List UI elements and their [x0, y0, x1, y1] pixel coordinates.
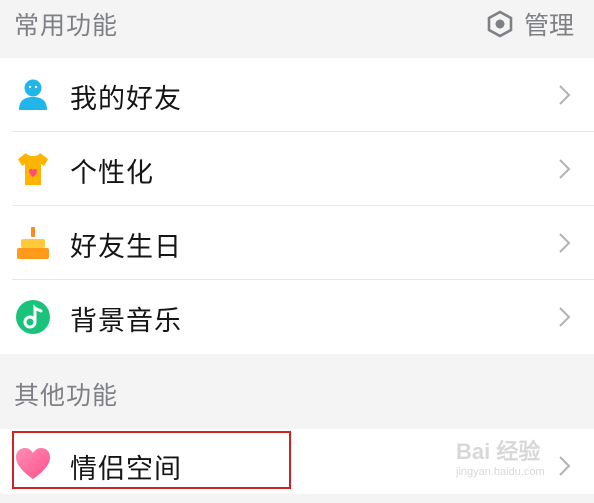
gear-hexagon-icon: [487, 10, 513, 38]
chevron-right-icon: [559, 233, 571, 253]
chevron-right-icon: [559, 307, 571, 327]
list-item-label: 好友生日: [70, 232, 182, 263]
chevron-right-icon: [559, 159, 571, 179]
manage-label: 管理: [523, 11, 574, 40]
watermark-main: Bai 经验: [456, 439, 541, 464]
friend-avatar-icon: [19, 79, 47, 110]
section-header-common: 常用功能 管理: [0, 0, 594, 58]
section-title: 常用功能: [14, 11, 119, 40]
list-item-my-friends[interactable]: 我的好友: [0, 58, 594, 132]
watermark-sub: jingyan.baidu.com: [456, 466, 545, 478]
chevron-right-icon: [559, 85, 571, 105]
manage-button[interactable]: 管理: [486, 6, 574, 42]
list-item-label: 个性化: [70, 158, 154, 189]
baidu-watermark: Bai 经验 jingyan.baidu.com: [456, 434, 576, 490]
list-item-personalize[interactable]: 个性化: [0, 132, 594, 206]
section-header-other: 其他功能: [0, 354, 594, 429]
music-note-icon: [16, 300, 50, 334]
birthday-cake-icon: [17, 227, 49, 259]
list-item-friend-birthday[interactable]: 好友生日: [0, 206, 594, 280]
common-function-list: 我的好友 个性化 好友生日 背景音乐: [0, 58, 594, 354]
tshirt-heart-icon: [18, 153, 48, 185]
list-item-label: 我的好友: [70, 84, 182, 115]
list-item-background-music[interactable]: 背景音乐: [0, 280, 594, 354]
section-title: 其他功能: [14, 381, 119, 410]
highlight-box: [12, 431, 291, 489]
list-item-label: 背景音乐: [70, 306, 182, 337]
